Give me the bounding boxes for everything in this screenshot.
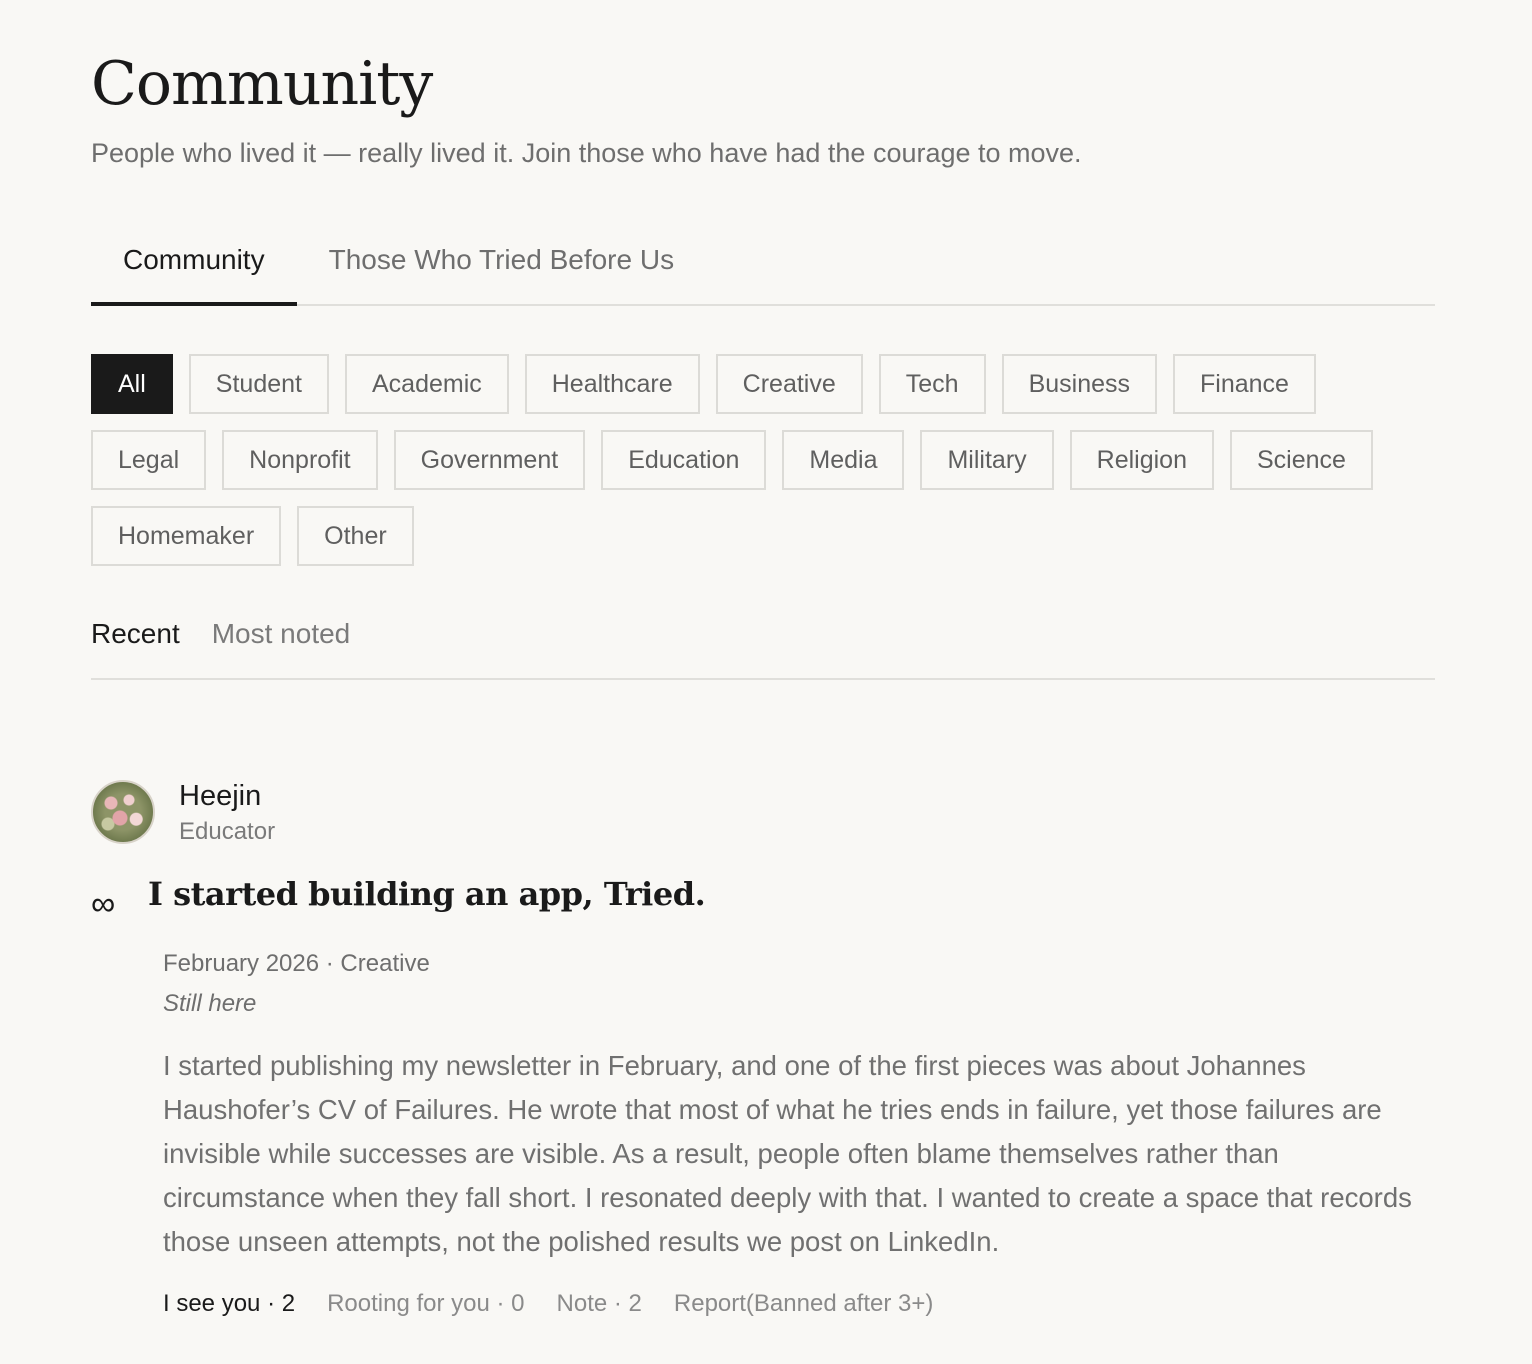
post-title[interactable]: I started building an app, Tried.: [148, 872, 706, 916]
sort-recent[interactable]: Recent: [91, 612, 180, 678]
chip-military[interactable]: Military: [920, 430, 1054, 490]
post-body: I started publishing my newsletter in Fe…: [163, 1050, 1412, 1257]
page-title: Community: [91, 49, 433, 119]
rooting-for-you-button[interactable]: Rooting for you · 0: [327, 1288, 524, 1320]
page-subtitle: People who lived it — really lived it. J…: [91, 138, 1082, 168]
main-tabs: Community Those Who Tried Before Us: [91, 230, 1435, 306]
avatar[interactable]: [91, 780, 155, 844]
sort-tabs: Recent Most noted: [91, 612, 1435, 680]
category-filter: All Student Academic Healthcare Creative…: [91, 354, 1435, 566]
chip-legal[interactable]: Legal: [91, 430, 207, 490]
chip-education[interactable]: Education: [601, 430, 767, 490]
chip-all[interactable]: All: [91, 354, 173, 414]
note-button[interactable]: Note · 2: [557, 1288, 642, 1320]
chip-academic[interactable]: Academic: [344, 354, 509, 414]
tab-those-who-tried-before-us[interactable]: Those Who Tried Before Us: [297, 230, 706, 304]
chip-media[interactable]: Media: [782, 430, 905, 490]
infinity-icon: ∞: [91, 885, 116, 923]
post-meta: February 2026 · Creative: [163, 950, 430, 977]
i-see-you-button[interactable]: I see you · 2: [163, 1288, 295, 1320]
post-actions: I see you · 2 Rooting for you · 0 Note ·…: [163, 1288, 933, 1320]
chip-science[interactable]: Science: [1230, 430, 1373, 490]
chip-creative[interactable]: Creative: [715, 354, 863, 414]
chip-business[interactable]: Business: [1001, 354, 1158, 414]
tab-community[interactable]: Community: [91, 230, 297, 306]
chip-homemaker[interactable]: Homemaker: [91, 506, 282, 566]
report-button[interactable]: Report(Banned after 3+): [674, 1288, 934, 1320]
chip-finance[interactable]: Finance: [1173, 354, 1316, 414]
chip-tech[interactable]: Tech: [878, 354, 986, 414]
sort-most-noted[interactable]: Most noted: [212, 612, 351, 678]
chip-student[interactable]: Student: [188, 354, 329, 414]
post-status: Still here: [163, 990, 257, 1017]
chip-other[interactable]: Other: [297, 506, 414, 566]
chip-government[interactable]: Government: [393, 430, 586, 490]
chip-nonprofit[interactable]: Nonprofit: [222, 430, 378, 490]
author-role: Educator: [179, 818, 276, 845]
author-name[interactable]: Heejin: [179, 778, 261, 814]
chip-religion[interactable]: Religion: [1069, 430, 1214, 490]
community-page: Community People who lived it — really l…: [0, 0, 1532, 1364]
chip-healthcare[interactable]: Healthcare: [524, 354, 700, 414]
